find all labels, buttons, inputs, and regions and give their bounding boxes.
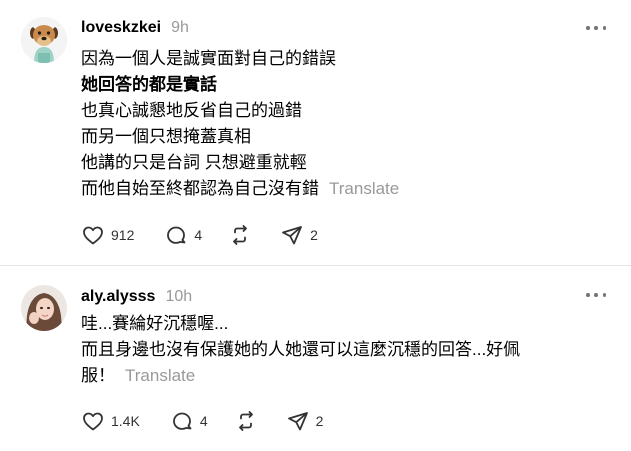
dog-avatar-icon xyxy=(21,17,67,63)
timestamp[interactable]: 9h xyxy=(171,19,189,37)
more-dot xyxy=(586,293,590,297)
more-dot xyxy=(602,293,606,297)
repost-button[interactable] xyxy=(234,409,258,433)
reply-count: 4 xyxy=(199,413,208,429)
like-count: 1.4K xyxy=(111,413,140,429)
repost-button[interactable] xyxy=(228,223,252,247)
post-text: 因為一個人是誠實面對自己的錯誤 她回答的都是實話 也真心誠懇地反省自己的過錯 而… xyxy=(81,46,611,202)
post-line: 哇...賽綸好沉穩喔... xyxy=(81,314,229,333)
like-button[interactable]: 1.4K xyxy=(81,409,140,433)
post-line: 也真心誠懇地反省自己的過錯 xyxy=(81,101,302,120)
post-line-bold: 她回答的都是實話 xyxy=(81,75,217,94)
more-icon[interactable] xyxy=(586,288,606,302)
avatar[interactable] xyxy=(21,285,67,331)
share-count: 2 xyxy=(315,413,324,429)
more-dot xyxy=(594,293,598,297)
post-line: 因為一個人是誠實面對自己的錯誤 xyxy=(81,49,336,68)
profile-photo-avatar xyxy=(21,285,67,331)
comment-icon xyxy=(172,412,192,430)
share-icon xyxy=(282,226,303,245)
heart-icon xyxy=(83,412,103,431)
post-line-text: 服！ xyxy=(81,366,115,385)
like-count: 912 xyxy=(111,227,135,243)
post-line-last: 服！ Translate xyxy=(81,363,611,389)
share-count: 2 xyxy=(310,227,318,243)
comment-icon xyxy=(167,226,186,244)
repost-icon xyxy=(238,411,253,431)
post-line-last: 而他自始至終都認為自己沒有錯 Translate xyxy=(81,176,611,202)
post-line-text: 而他自始至終都認為自己沒有錯 xyxy=(81,179,319,198)
action-bar: 912 4 2 xyxy=(81,223,318,247)
timestamp[interactable]: 10h xyxy=(165,288,192,306)
share-button[interactable]: 2 xyxy=(280,223,318,247)
more-dot xyxy=(594,26,598,30)
post-text: 哇...賽綸好沉穩喔... 而且身邊也沒有保護她的人她還可以這麼沉穩的回答...… xyxy=(81,311,611,389)
action-bar: 1.4K 4 2 xyxy=(81,409,323,433)
share-icon xyxy=(287,412,308,431)
more-dot xyxy=(602,26,606,30)
post-line: 她回答的都是實話 xyxy=(81,72,611,98)
translate-link[interactable]: Translate xyxy=(125,366,195,385)
post-header: aly.alysss 10h xyxy=(81,288,192,308)
reply-button[interactable]: 4 xyxy=(170,409,208,433)
more-dot xyxy=(586,26,590,30)
like-button[interactable]: 912 xyxy=(81,223,134,247)
post-2: aly.alysss 10h 哇...賽綸好沉穩喔... 而且身邊也沒有保護她的… xyxy=(0,266,631,451)
share-button[interactable]: 2 xyxy=(286,409,324,433)
username[interactable]: aly.alysss xyxy=(81,288,155,306)
repost-icon xyxy=(233,225,248,245)
post-header: loveskzkei 9h xyxy=(81,19,189,39)
post-line: 而且身邊也沒有保護她的人她還可以這麼沉穩的回答...好佩 xyxy=(81,340,521,359)
post-1: loveskzkei 9h 因為一個人是誠實面對自己的錯誤 她回答的都是實話 也… xyxy=(0,0,631,265)
post-line: 他講的只是台詞 只想避重就輕 xyxy=(81,153,307,172)
reply-button[interactable]: 4 xyxy=(164,223,202,247)
avatar[interactable] xyxy=(21,17,67,63)
translate-link[interactable]: Translate xyxy=(329,179,399,198)
reply-count: 4 xyxy=(194,227,203,243)
username[interactable]: loveskzkei xyxy=(81,19,161,37)
heart-icon xyxy=(83,226,103,245)
more-icon[interactable] xyxy=(586,21,606,35)
post-line: 而另一個只想掩蓋真相 xyxy=(81,127,251,146)
